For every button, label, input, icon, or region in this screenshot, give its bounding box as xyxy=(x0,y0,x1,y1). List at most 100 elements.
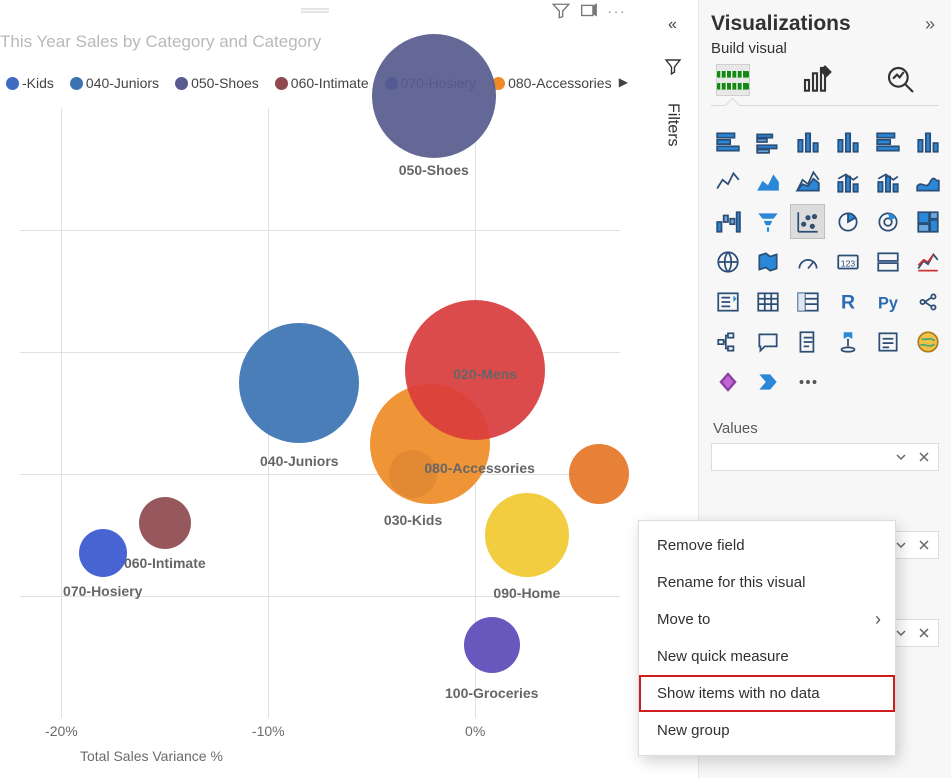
viz-type-smart-narrative[interactable] xyxy=(871,325,904,358)
field-context-menu: Remove fieldRename for this visualMove t… xyxy=(638,520,896,756)
viz-type-decomposition[interactable] xyxy=(711,325,744,358)
viz-type-table[interactable] xyxy=(751,285,784,318)
legend-item[interactable]: 050-Shoes xyxy=(169,75,259,91)
panel-title: Visualizations xyxy=(711,12,851,36)
data-bubble[interactable] xyxy=(239,323,359,443)
svg-text:Py: Py xyxy=(878,294,898,312)
data-bubble[interactable] xyxy=(139,497,191,549)
x-tick-label: -20% xyxy=(45,723,78,739)
viz-type-powerapps[interactable] xyxy=(711,365,744,398)
viz-type-stacked-column[interactable] xyxy=(791,125,824,158)
viz-type-funnel[interactable] xyxy=(751,205,784,238)
legend-label: 080-Accessories xyxy=(508,75,612,91)
menu-item[interactable]: Remove field xyxy=(639,527,895,564)
x-tick-label: 0% xyxy=(465,723,485,739)
viz-type-map[interactable] xyxy=(711,245,744,278)
legend-item[interactable]: 060-Intimate xyxy=(269,75,369,91)
filters-pane-collapsed[interactable]: « Filters xyxy=(650,0,695,200)
viz-type-py-visual[interactable]: Py xyxy=(871,285,904,318)
viz-type-matrix[interactable] xyxy=(791,285,824,318)
field-remove-icon[interactable] xyxy=(914,444,934,470)
plot-area[interactable]: 030-Kids040-Juniors050-Shoes060-Intimate… xyxy=(0,108,630,778)
viz-type-clustered-bar[interactable] xyxy=(751,125,784,158)
more-options-icon[interactable]: ··· xyxy=(608,2,626,20)
legend-item[interactable]: 040-Juniors xyxy=(64,75,159,91)
focus-mode-icon[interactable] xyxy=(580,2,598,20)
legend-scroll-right[interactable]: ▶ xyxy=(619,75,628,89)
data-bubble[interactable] xyxy=(464,617,520,673)
viz-type-stacked-area[interactable] xyxy=(791,165,824,198)
viz-type-kpi[interactable] xyxy=(911,245,944,278)
data-bubble[interactable] xyxy=(569,444,629,504)
viz-type-donut[interactable] xyxy=(871,205,904,238)
viz-type-line[interactable] xyxy=(711,165,744,198)
viz-type-r-visual[interactable]: R xyxy=(831,285,864,318)
field-dropdown-icon[interactable] xyxy=(890,444,912,470)
collapse-pane-icon[interactable]: « xyxy=(668,16,677,34)
legend-swatch xyxy=(70,77,83,90)
viz-type-more[interactable] xyxy=(791,365,824,398)
data-label: 050-Shoes xyxy=(399,162,469,178)
viz-type-chat[interactable] xyxy=(751,325,784,358)
values-section-title: Values xyxy=(713,420,939,437)
viz-type-scatter[interactable] xyxy=(791,205,824,238)
data-bubble[interactable] xyxy=(79,529,127,577)
drag-grip[interactable] xyxy=(301,2,329,8)
legend-swatch xyxy=(6,77,19,90)
x-axis-title: Total Sales Variance % xyxy=(0,748,630,764)
panel-subtitle: Build visual xyxy=(711,40,939,57)
viz-type-pie[interactable] xyxy=(831,205,864,238)
viz-type-card[interactable]: 123 xyxy=(831,245,864,278)
viz-type-filled-map[interactable] xyxy=(751,245,784,278)
viz-type-waterfall[interactable] xyxy=(711,205,744,238)
x-tick-label: -10% xyxy=(252,723,285,739)
viz-type-paginated[interactable] xyxy=(791,325,824,358)
menu-item[interactable]: Show items with no data xyxy=(639,675,895,712)
viz-type-line-clustered[interactable] xyxy=(831,165,864,198)
filter-visual-icon[interactable] xyxy=(552,2,570,20)
data-bubble[interactable] xyxy=(372,34,496,158)
menu-item[interactable]: Move to xyxy=(639,601,895,638)
viz-type-powerautomate[interactable] xyxy=(751,365,784,398)
viz-type-gauge[interactable] xyxy=(791,245,824,278)
viz-type-clustered-column-100[interactable] xyxy=(911,125,944,158)
data-label: 070-Hosiery xyxy=(63,583,142,599)
data-label: 040-Juniors xyxy=(260,453,339,469)
viz-type-slicer[interactable] xyxy=(711,285,744,318)
gridline-vertical xyxy=(61,108,62,718)
viz-type-goal[interactable] xyxy=(831,325,864,358)
chart-visual[interactable]: ··· This Year Sales by Category and Cate… xyxy=(0,0,630,778)
legend-label: 040-Juniors xyxy=(86,75,159,91)
viz-type-line-stacked[interactable] xyxy=(871,165,904,198)
expand-pane-icon[interactable]: » xyxy=(921,15,939,33)
panel-mode-tabs xyxy=(717,65,939,95)
legend-item[interactable]: -Kids xyxy=(0,75,54,91)
field-well[interactable] xyxy=(711,443,939,471)
data-label: 030-Kids xyxy=(384,512,442,528)
legend-label: 060-Intimate xyxy=(291,75,369,91)
viz-type-multi-card[interactable] xyxy=(871,245,904,278)
data-label: 090-Home xyxy=(493,585,560,601)
viz-type-arcgis[interactable] xyxy=(911,325,944,358)
analytics-tab[interactable] xyxy=(885,65,917,95)
chart-legend[interactable]: -Kids040-Juniors050-Shoes060-Intimate070… xyxy=(0,75,612,91)
viz-type-ribbon[interactable] xyxy=(911,165,944,198)
viz-type-stacked-bar[interactable] xyxy=(711,125,744,158)
viz-type-key-influencers[interactable] xyxy=(911,285,944,318)
data-label: 080-Accessories xyxy=(424,460,535,476)
menu-item[interactable]: New quick measure xyxy=(639,638,895,675)
viz-type-stacked-bar-100[interactable] xyxy=(871,125,904,158)
field-remove-icon[interactable] xyxy=(914,532,934,558)
field-remove-icon[interactable] xyxy=(914,620,934,646)
menu-item[interactable]: New group xyxy=(639,712,895,749)
format-visual-tab[interactable] xyxy=(801,65,833,95)
data-label: 020-Mens xyxy=(453,366,517,382)
build-visual-tab[interactable] xyxy=(717,65,749,95)
viz-type-clustered-column[interactable] xyxy=(831,125,864,158)
data-label: 100-Groceries xyxy=(445,685,538,701)
viz-type-treemap[interactable] xyxy=(911,205,944,238)
viz-type-area[interactable] xyxy=(751,165,784,198)
legend-item[interactable]: 080-Accessories xyxy=(486,75,612,91)
menu-item[interactable]: Rename for this visual xyxy=(639,564,895,601)
data-bubble[interactable] xyxy=(485,493,569,577)
